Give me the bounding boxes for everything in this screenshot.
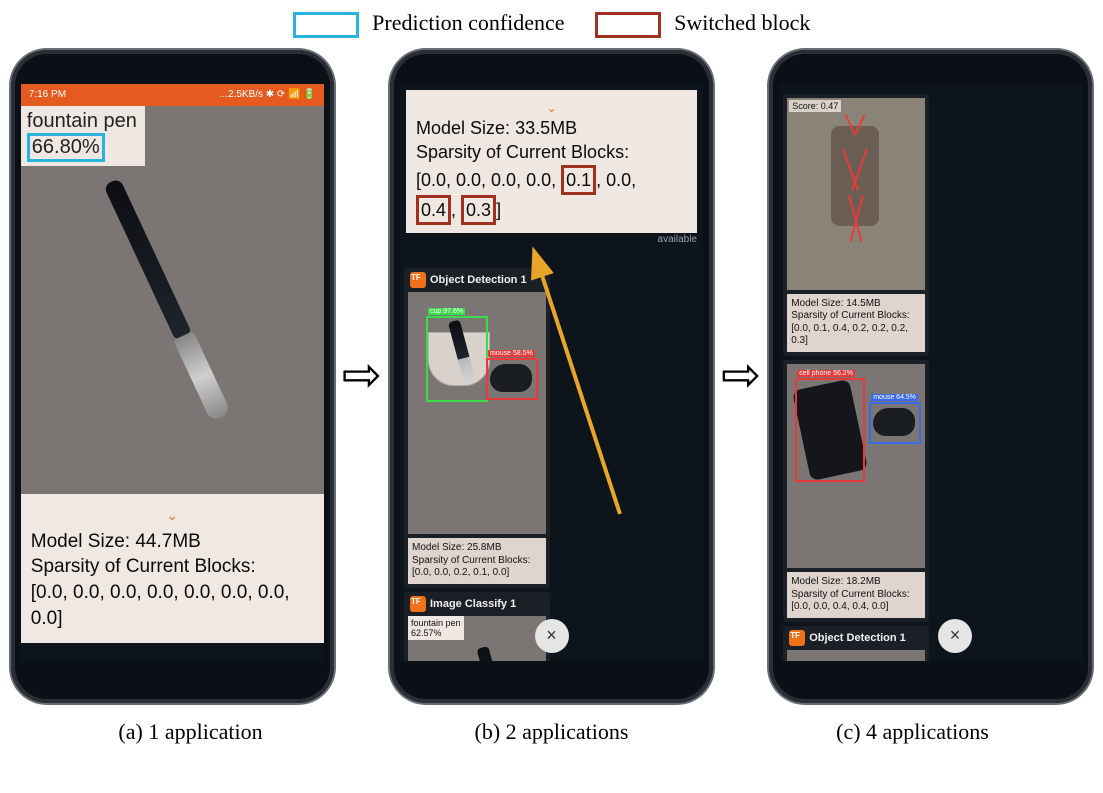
card-sparsity: [0.0, 0.0, 0.2, 0.1, 0.0] — [412, 567, 542, 580]
app-card-detection-top[interactable]: cell phone 56.2% mouse 64.5% Model Size:… — [783, 360, 929, 622]
card-model-size: Model Size: 18.2MB — [791, 576, 921, 589]
sparsity-values: [0.0, 0.0, 0.0, 0.0, 0.0, 0.0, 0.0, 0.0] — [31, 580, 314, 631]
mini-prediction-overlay: fountain pen 62.57% — [408, 616, 464, 640]
detection-preview: cup 97.6% mouse 58.5% — [408, 292, 546, 535]
prediction-confidence: 66.80% — [27, 133, 105, 162]
detection-preview: cell phone 56.2% mouse 64.5% — [787, 364, 925, 569]
card-title-text: Object Detection 1 — [430, 274, 527, 286]
bbox-cup: cup 97.6% — [426, 316, 488, 402]
callout-sparsity-values: [0.0, 0.0, 0.0, 0.0, 0.1, 0.0, 0.4, 0.3] — [416, 165, 687, 226]
switched-block-0.4: 0.4 — [416, 195, 451, 225]
drag-handle-icon: ⌄ — [31, 506, 314, 525]
phone-b-screen: ⌄ Model Size: 33.5MB Sparsity of Current… — [400, 84, 703, 661]
card-info: Model Size: 25.8MB Sparsity of Current B… — [408, 538, 546, 584]
card-sparsity-label: Sparsity of Current Blocks: — [791, 589, 921, 602]
app-card-object-detection[interactable]: Object Detection 1 cup 97.6% mouse 58.5%… — [404, 268, 550, 588]
app-card-pose[interactable]: Score: 0.47 Model Size: 14.5MB Sparsi — [783, 94, 929, 356]
phone-b: ⌄ Model Size: 33.5MB Sparsity of Current… — [390, 50, 713, 703]
legend-swatch-confidence — [293, 12, 359, 38]
phone-c-screen: Score: 0.47 Model Size: 14.5MB Sparsi — [779, 84, 1082, 661]
switched-block-0.1: 0.1 — [561, 165, 596, 195]
card-sparsity: [0.0, 0.0, 0.4, 0.4, 0.0] — [791, 601, 921, 614]
camera-preview: fountain pen 66.80% — [21, 106, 324, 494]
tensorflow-icon — [410, 596, 426, 612]
pose-preview: Score: 0.47 — [787, 98, 925, 290]
legend-confidence: Prediction confidence — [293, 10, 565, 38]
phone-row: 7:16 PM ...2.5KB/s ✱ ⟳ 📶 🔋 fountain pen … — [10, 50, 1093, 703]
status-right: ...2.5KB/s ✱ ⟳ 📶 🔋 — [220, 89, 316, 100]
card-title-text: Image Classify 1 — [430, 598, 516, 610]
sparsity-label: Sparsity of Current Blocks: — [31, 554, 314, 580]
legend-switched: Switched block — [595, 10, 811, 38]
statusbar: 7:16 PM ...2.5KB/s ✱ ⟳ 📶 🔋 — [21, 84, 324, 106]
sparsity-callout: ⌄ Model Size: 33.5MB Sparsity of Current… — [406, 90, 697, 233]
bbox-phone: cell phone 56.2% — [795, 378, 865, 482]
phone-a: 7:16 PM ...2.5KB/s ✱ ⟳ 📶 🔋 fountain pen … — [11, 50, 334, 703]
prediction-class: fountain pen — [27, 110, 137, 132]
legend: Prediction confidence Switched block — [10, 10, 1093, 38]
tensorflow-icon — [789, 630, 805, 646]
prediction-overlay: fountain pen 66.80% — [21, 106, 145, 166]
card-sparsity-label: Sparsity of Current Blocks: — [791, 310, 921, 323]
legend-switched-label: Switched block — [674, 10, 810, 35]
card-model-size: Model Size: 14.5MB — [791, 298, 921, 311]
pose-score: Score: 0.47 — [789, 100, 841, 112]
card-info: Model Size: 14.5MB Sparsity of Current B… — [787, 294, 925, 352]
app-card-detection-bottom[interactable]: Object Detection 1 cup 91.2% mouse 64.5%… — [783, 626, 929, 661]
phone-c: Score: 0.47 Model Size: 14.5MB Sparsi — [769, 50, 1092, 703]
legend-swatch-switched — [595, 12, 661, 38]
card-title: Object Detection 1 — [404, 268, 550, 292]
switched-block-0.3: 0.3 — [461, 195, 496, 225]
tensorflow-icon — [410, 272, 426, 288]
legend-confidence-label: Prediction confidence — [372, 10, 564, 35]
pen-illustration — [40, 143, 312, 469]
callout-sparsity-label: Sparsity of Current Blocks: — [416, 140, 687, 164]
app-card-image-classify[interactable]: Image Classify 1 fountain pen 62.57% Mod… — [404, 592, 550, 661]
model-size-value: 44.7MB — [135, 531, 200, 552]
callout-model-value: 33.5MB — [515, 118, 577, 138]
phone-a-screen: 7:16 PM ...2.5KB/s ✱ ⟳ 📶 🔋 fountain pen … — [21, 84, 324, 661]
callout-model-label: Model Size: — [416, 118, 510, 138]
classify-preview: fountain pen 62.57% — [408, 616, 546, 661]
card-title: Image Classify 1 — [404, 592, 550, 616]
card-title-text: Object Detection 1 — [809, 632, 906, 644]
card-model-size: Model Size: 25.8MB — [412, 542, 542, 555]
model-size-row: Model Size: 44.7MB — [31, 529, 314, 555]
card-sparsity: [0.0, 0.1, 0.4, 0.2, 0.2, 0.2, 0.3] — [791, 323, 921, 348]
bbox-mouse: mouse 58.5% — [486, 358, 538, 400]
status-note: available — [658, 234, 697, 245]
close-button[interactable]: × — [535, 619, 569, 653]
card-sparsity-label: Sparsity of Current Blocks: — [412, 555, 542, 568]
caption-c: (c) 4 applications — [743, 719, 1083, 745]
detection-preview: cup 91.2% mouse 64.5% — [787, 650, 925, 661]
drag-handle-icon: ⌄ — [416, 100, 687, 116]
model-size-label: Model Size: — [31, 531, 130, 552]
close-button[interactable]: × — [938, 619, 972, 653]
bbox-mouse: mouse 64.5% — [869, 402, 921, 444]
card-info: Model Size: 18.2MB Sparsity of Current B… — [787, 572, 925, 618]
caption-b: (b) 2 applications — [382, 719, 722, 745]
caption-a: (a) 1 application — [21, 719, 361, 745]
info-panel: ⌄ Model Size: 44.7MB Sparsity of Current… — [21, 494, 324, 643]
arrow-right-icon: ⇨ — [342, 352, 382, 400]
subfigure-captions: (a) 1 application (b) 2 applications (c)… — [10, 719, 1093, 745]
arrow-right-icon: ⇨ — [721, 352, 761, 400]
card-title: Object Detection 1 — [783, 626, 929, 650]
status-time: 7:16 PM — [29, 89, 66, 100]
